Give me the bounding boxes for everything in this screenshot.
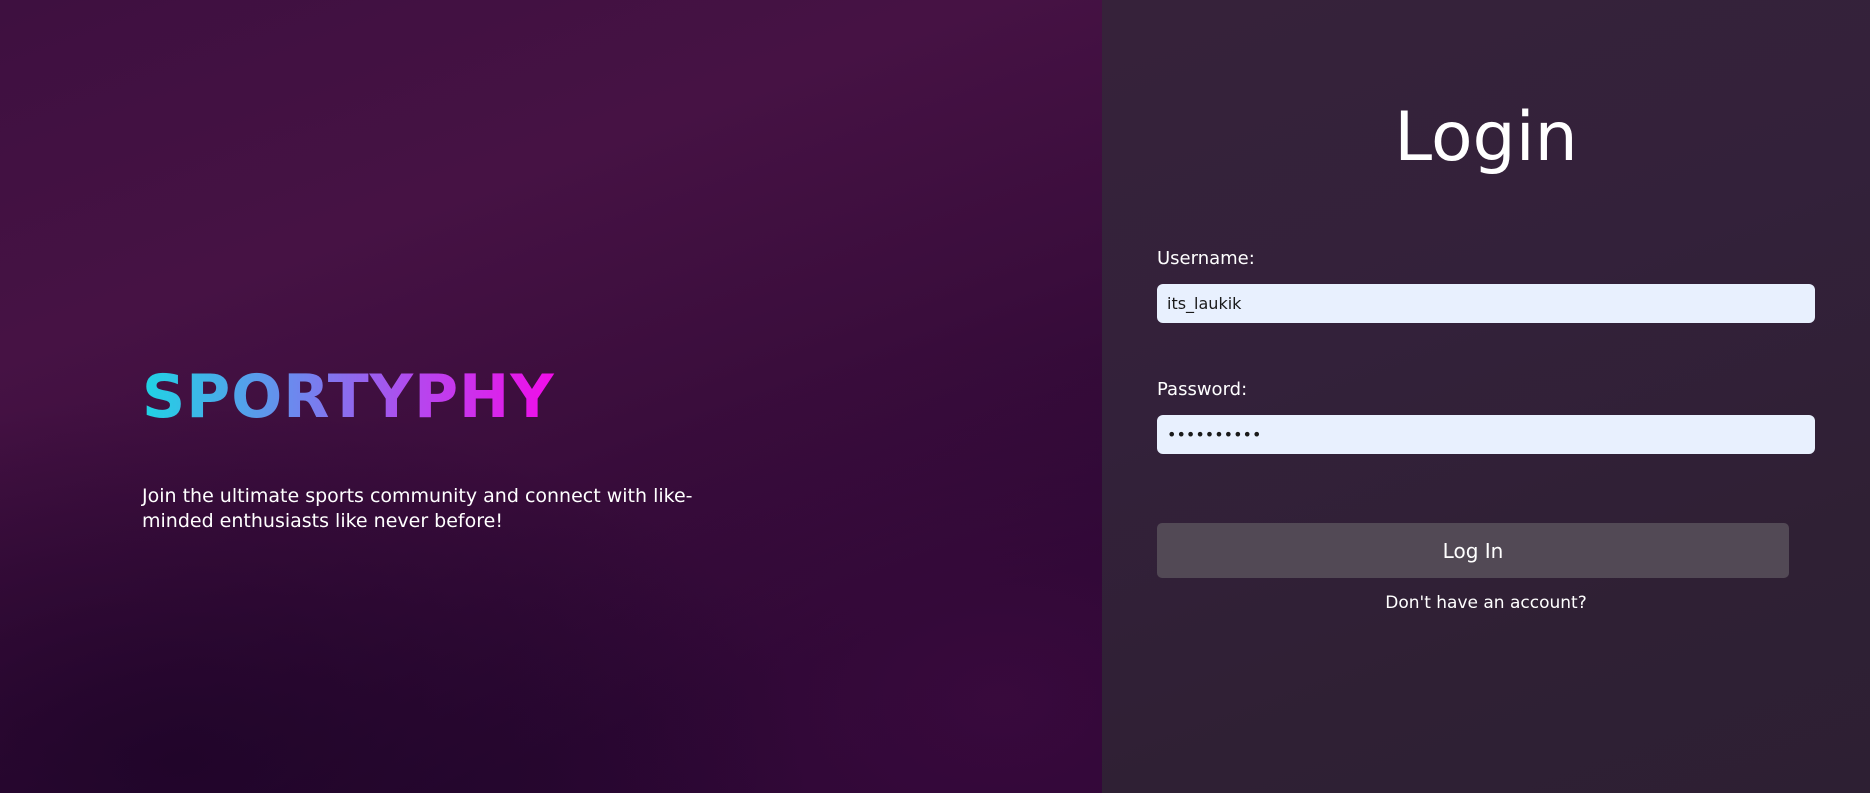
brand-tagline: Join the ultimate sports community and c… bbox=[142, 485, 693, 532]
login-page: SPORTYPHY Join the ultimate sports commu… bbox=[0, 0, 1870, 793]
username-label: Username: bbox=[1157, 248, 1255, 269]
username-input[interactable] bbox=[1157, 284, 1815, 323]
login-title: Login bbox=[1394, 98, 1578, 177]
password-label: Password: bbox=[1157, 379, 1248, 400]
brand-panel: SPORTYPHY Join the ultimate sports commu… bbox=[0, 0, 1102, 793]
brand-logo-text: SPORTYPHY bbox=[142, 362, 555, 432]
signup-link[interactable]: Don't have an account? bbox=[1102, 592, 1870, 614]
login-panel: Login Username: Password: Log In Don't h… bbox=[1102, 0, 1870, 793]
login-button[interactable]: Log In bbox=[1157, 523, 1789, 578]
password-input[interactable] bbox=[1157, 415, 1815, 454]
